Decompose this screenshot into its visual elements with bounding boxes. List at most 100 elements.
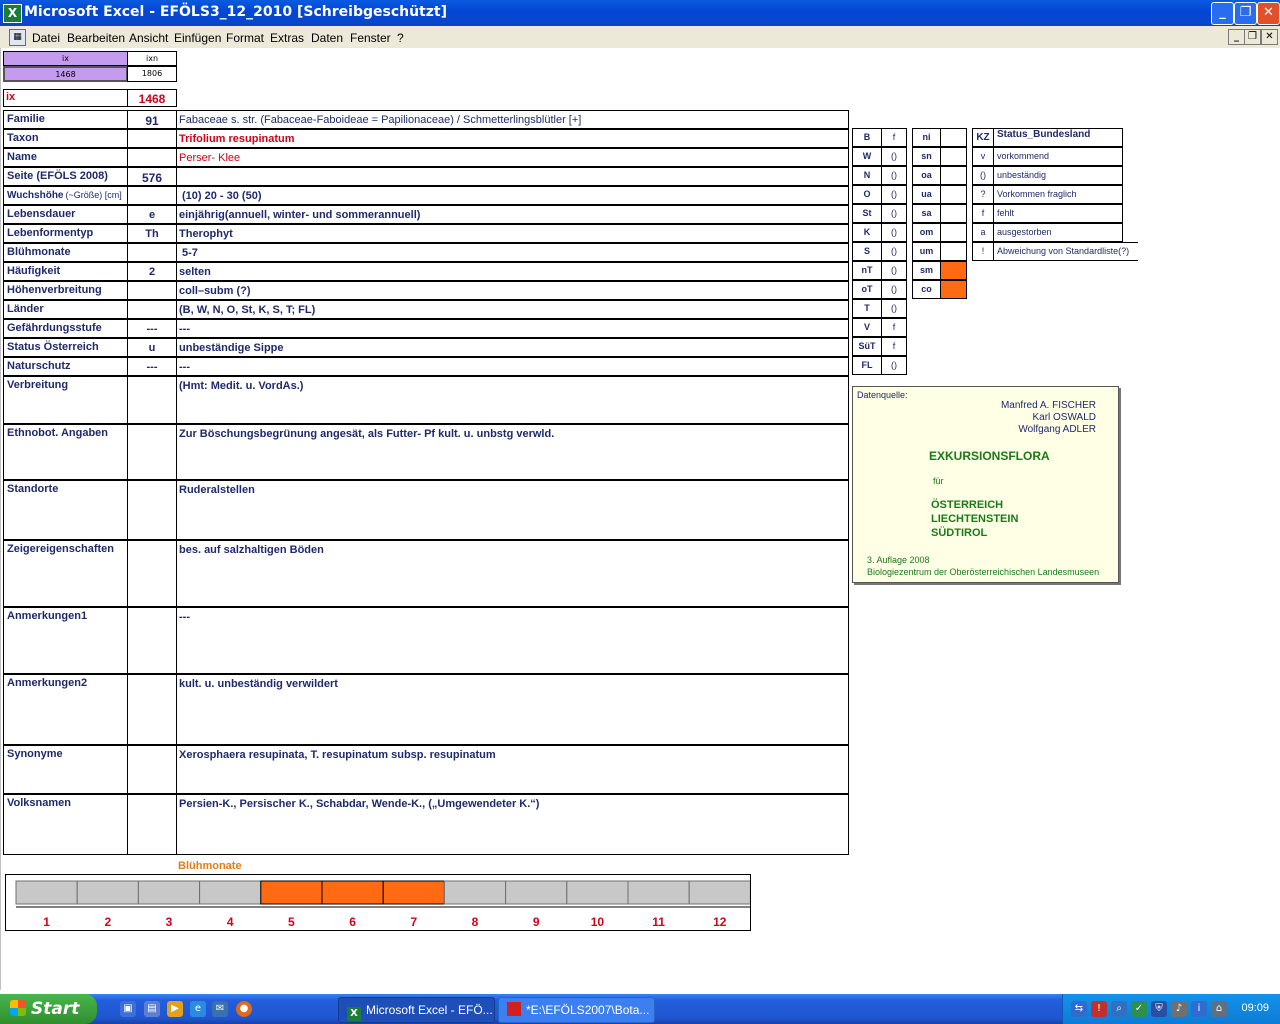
row-code[interactable]: e bbox=[127, 205, 177, 224]
bundesland-status[interactable]: () bbox=[881, 242, 907, 261]
row-value[interactable]: Persien-K., Persischer K., Schabdar, Wen… bbox=[176, 794, 849, 855]
quicklaunch-explorer-icon[interactable]: ▤ bbox=[144, 1001, 160, 1017]
row-label[interactable]: Volksnamen bbox=[3, 794, 128, 855]
bundesland-code[interactable]: oT bbox=[852, 280, 882, 299]
menu-datei[interactable]: Datei bbox=[32, 31, 60, 45]
height-zone-code[interactable]: sa bbox=[912, 204, 941, 223]
height-zone-marker[interactable] bbox=[940, 128, 967, 147]
row-code[interactable]: 91 bbox=[127, 110, 177, 129]
bundesland-status[interactable]: () bbox=[881, 166, 907, 185]
menu-einfuegen[interactable]: Einfügen bbox=[174, 31, 221, 45]
clock[interactable]: 09:09 bbox=[1241, 1002, 1269, 1014]
row-code[interactable] bbox=[127, 300, 177, 319]
row-value[interactable]: unbeständige Sippe bbox=[176, 338, 849, 357]
bundesland-code[interactable]: B bbox=[852, 128, 882, 147]
row-code[interactable]: Th bbox=[127, 224, 177, 243]
row-value[interactable]: --- bbox=[176, 607, 849, 674]
bundesland-code[interactable]: St bbox=[852, 204, 882, 223]
height-zone-marker[interactable] bbox=[940, 223, 967, 242]
tray-update-icon[interactable]: ✓ bbox=[1131, 1001, 1147, 1017]
row-code[interactable] bbox=[127, 129, 177, 148]
row-value[interactable]: Fabaceae s. str. (Fabaceae-Faboideae = P… bbox=[176, 110, 849, 129]
row-value[interactable]: Perser- Klee bbox=[176, 148, 849, 167]
row-code[interactable] bbox=[127, 186, 177, 205]
row-code[interactable] bbox=[127, 148, 177, 167]
row-value[interactable]: selten bbox=[176, 262, 849, 281]
bundesland-status[interactable]: f bbox=[881, 337, 907, 356]
bundesland-code[interactable]: N bbox=[852, 166, 882, 185]
height-zone-code[interactable]: ua bbox=[912, 185, 941, 204]
quicklaunch-ie-icon[interactable]: e bbox=[190, 1001, 206, 1017]
bundesland-status[interactable]: () bbox=[881, 147, 907, 166]
tray-shield-icon[interactable]: ⛨ bbox=[1151, 1001, 1167, 1017]
height-zone-code[interactable]: co bbox=[912, 280, 941, 299]
row-code[interactable] bbox=[127, 674, 177, 745]
row-code[interactable] bbox=[127, 745, 177, 794]
row-value[interactable]: Ruderalstellen bbox=[176, 480, 849, 540]
bundesland-status[interactable]: () bbox=[881, 223, 907, 242]
tray-volume-icon[interactable]: ♪ bbox=[1171, 1001, 1187, 1017]
row-code[interactable] bbox=[127, 794, 177, 855]
menu-extras[interactable]: Extras bbox=[270, 31, 304, 45]
row-code[interactable] bbox=[127, 243, 177, 262]
row-value[interactable]: Zur Böschungsbegrünung angesät, als Futt… bbox=[176, 424, 849, 480]
height-zone-code[interactable]: ni bbox=[912, 128, 941, 147]
row-label[interactable]: Wuchshöhe (~Größe) [cm] bbox=[3, 186, 128, 205]
row-label[interactable]: Standorte bbox=[3, 480, 128, 540]
height-zone-marker[interactable] bbox=[940, 204, 967, 223]
height-zone-code[interactable]: um bbox=[912, 242, 941, 261]
close-button[interactable]: ✕ bbox=[1257, 2, 1280, 25]
row-code[interactable] bbox=[127, 424, 177, 480]
ix-value-cell[interactable]: 1468 bbox=[3, 66, 128, 82]
row-label[interactable]: Gefährdungsstufe bbox=[3, 319, 128, 338]
excel-icon[interactable]: X bbox=[3, 4, 22, 23]
bundesland-status[interactable]: () bbox=[881, 204, 907, 223]
tray-info-icon[interactable]: i bbox=[1191, 1001, 1207, 1017]
row-label[interactable]: Synonyme bbox=[3, 745, 128, 794]
menu-help[interactable]: ? bbox=[397, 31, 404, 45]
quicklaunch-firefox-icon[interactable]: ● bbox=[236, 1001, 252, 1017]
bundesland-code[interactable]: SüT bbox=[852, 337, 882, 356]
ixn-header-cell[interactable]: ixn bbox=[127, 51, 177, 66]
row-label[interactable]: Familie bbox=[3, 110, 128, 129]
bundesland-status[interactable]: () bbox=[881, 261, 907, 280]
row-value[interactable]: kult. u. unbeständig verwildert bbox=[176, 674, 849, 745]
bundesland-status[interactable]: () bbox=[881, 185, 907, 204]
height-zone-code[interactable]: om bbox=[912, 223, 941, 242]
row-code[interactable]: 2 bbox=[127, 262, 177, 281]
row-code[interactable] bbox=[127, 281, 177, 300]
row-value[interactable]: (10) 20 - 30 (50) bbox=[176, 186, 849, 205]
menu-bearbeiten[interactable]: Bearbeiten bbox=[67, 31, 125, 45]
minimize-button[interactable]: _ bbox=[1211, 2, 1234, 25]
workbook-restore-button[interactable]: ❐ bbox=[1244, 29, 1261, 45]
row-label[interactable]: Name bbox=[3, 148, 128, 167]
height-zone-marker[interactable] bbox=[940, 185, 967, 204]
bundesland-code[interactable]: nT bbox=[852, 261, 882, 280]
row-label[interactable]: Anmerkungen1 bbox=[3, 607, 128, 674]
row-value[interactable]: (Hmt: Medit. u. VordAs.) bbox=[176, 376, 849, 424]
row-label[interactable]: Anmerkungen2 bbox=[3, 674, 128, 745]
row-value[interactable]: (B, W, N, O, St, K, S, T; FL) bbox=[176, 300, 849, 319]
row-label[interactable]: Lebensdauer bbox=[3, 205, 128, 224]
menu-fenster[interactable]: Fenster bbox=[350, 31, 391, 45]
workbook-minimize-button[interactable]: _ bbox=[1228, 29, 1245, 45]
height-zone-marker[interactable] bbox=[940, 280, 967, 299]
height-zone-code[interactable]: sm bbox=[912, 261, 941, 280]
bundesland-code[interactable]: O bbox=[852, 185, 882, 204]
row-value[interactable]: --- bbox=[176, 357, 849, 376]
row-code[interactable] bbox=[127, 480, 177, 540]
row-label[interactable]: Lebenformentyp bbox=[3, 224, 128, 243]
bundesland-status[interactable]: f bbox=[881, 318, 907, 337]
row-label[interactable]: Zeigereigenschaften bbox=[3, 540, 128, 607]
bundesland-code[interactable]: W bbox=[852, 147, 882, 166]
row-label[interactable]: Taxon bbox=[3, 129, 128, 148]
height-zone-marker[interactable] bbox=[940, 147, 967, 166]
menu-format[interactable]: Format bbox=[226, 31, 264, 45]
tray-network-icon[interactable]: ⇆ bbox=[1071, 1001, 1087, 1017]
row-code[interactable]: --- bbox=[127, 319, 177, 338]
row-code[interactable]: --- bbox=[127, 357, 177, 376]
row-code[interactable] bbox=[127, 540, 177, 607]
worksheet[interactable]: ix ixn 1468 1806 ix 1468 Familie 91 Fabace… bbox=[0, 48, 1280, 990]
tray-security-icon[interactable]: ! bbox=[1091, 1001, 1107, 1017]
bundesland-code[interactable]: S bbox=[852, 242, 882, 261]
